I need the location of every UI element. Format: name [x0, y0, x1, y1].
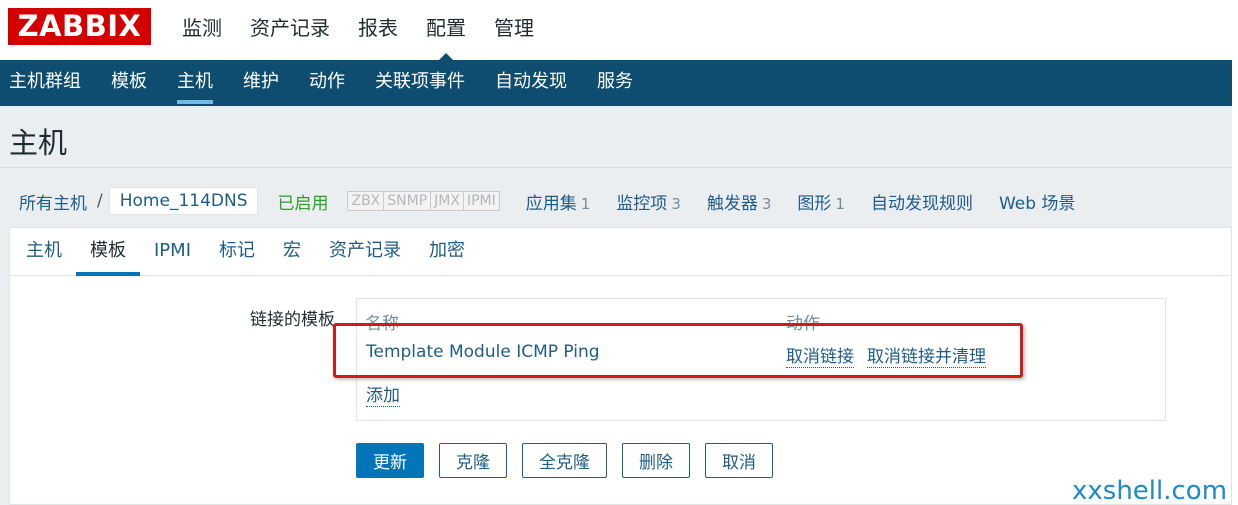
breadcrumb-all-hosts[interactable]: 所有主机 [19, 189, 87, 214]
tab-encryption[interactable]: 加密 [415, 228, 479, 275]
availability-ipmi: IPMI [463, 192, 499, 210]
link-triggers[interactable]: 触发器 3 [707, 189, 772, 214]
link-applications[interactable]: 应用集 1 [526, 189, 591, 214]
link-discovery-rules[interactable]: 自动发现规则 [871, 189, 973, 214]
link-label: 触发器 [706, 193, 758, 214]
zabbix-logo[interactable]: ZABBIX [8, 8, 151, 45]
add-template-link[interactable]: 添加 [366, 381, 400, 407]
full-clone-button[interactable]: 全克隆 [522, 443, 607, 478]
update-button[interactable]: 更新 [356, 443, 424, 478]
menu-reports[interactable]: 报表 [344, 0, 412, 60]
page-title: 主机 [9, 126, 68, 160]
tab-macros[interactable]: 宏 [269, 228, 315, 275]
breadcrumb-separator: / [97, 191, 103, 211]
link-label: Web 场景 [998, 193, 1076, 214]
form-buttons: 更新 克隆 全克隆 删除 取消 [356, 443, 788, 478]
host-navigation: 所有主机 / Home_114DNS 已启用 ZBX SNMP JMX IPMI… [19, 186, 1075, 216]
top-bar: ZABBIX 监测 资产记录 报表 配置 管理 [0, 0, 1232, 60]
link-graphs[interactable]: 图形 1 [797, 189, 845, 214]
link-label: 自动发现规则 [870, 193, 973, 214]
availability-zbx: ZBX [348, 192, 385, 210]
form-tabs: 主机 模板 IPMI 标记 宏 资产记录 加密 [10, 228, 1231, 276]
divider [0, 167, 1232, 168]
watermark: xxshell.com [1072, 476, 1228, 505]
menu-inventory[interactable]: 资产记录 [236, 0, 344, 60]
link-label: 应用集 [525, 193, 577, 214]
submenu-event-correlation[interactable]: 关联项事件 [360, 60, 480, 106]
link-count: 1 [835, 194, 845, 213]
main-menu: 监测 资产记录 报表 配置 管理 [168, 0, 548, 60]
highlight-annotation-box [333, 323, 1023, 378]
clone-button[interactable]: 克隆 [439, 443, 507, 478]
tab-tags[interactable]: 标记 [205, 228, 269, 275]
link-items[interactable]: 监控项 3 [616, 189, 681, 214]
tab-templates[interactable]: 模板 [76, 228, 140, 276]
link-label: 图形 [797, 193, 832, 214]
breadcrumb-host-name[interactable]: Home_114DNS [108, 187, 259, 215]
sub-menu: 主机群组 模板 主机 维护 动作 关联项事件 自动发现 服务 [0, 60, 1232, 106]
tab-host[interactable]: 主机 [10, 228, 76, 275]
submenu-hosts[interactable]: 主机 [162, 60, 228, 106]
availability-badges: ZBX SNMP JMX IPMI [347, 191, 500, 211]
menu-administration[interactable]: 管理 [480, 0, 548, 60]
submenu-actions[interactable]: 动作 [294, 60, 360, 106]
right-margin [1232, 0, 1238, 505]
tab-inventory[interactable]: 资产记录 [315, 228, 415, 275]
submenu-templates[interactable]: 模板 [96, 60, 162, 106]
tab-ipmi[interactable]: IPMI [140, 228, 205, 275]
status-enabled-link[interactable]: 已启用 [277, 189, 328, 214]
menu-configuration[interactable]: 配置 [412, 0, 480, 60]
link-count: 1 [580, 194, 591, 213]
submenu-host-groups[interactable]: 主机群组 [0, 60, 96, 106]
link-count: 3 [761, 194, 772, 213]
availability-snmp: SNMP [384, 192, 432, 210]
delete-button[interactable]: 删除 [622, 443, 690, 478]
menu-monitoring[interactable]: 监测 [168, 0, 236, 60]
linked-templates-label: 链接的模板 [250, 310, 335, 330]
submenu-discovery[interactable]: 自动发现 [480, 60, 582, 106]
submenu-services[interactable]: 服务 [582, 60, 648, 106]
cancel-button[interactable]: 取消 [705, 443, 773, 478]
availability-jmx: JMX [431, 192, 464, 210]
link-label: 监控项 [616, 193, 668, 214]
link-count: 3 [671, 194, 681, 213]
link-web-scenarios[interactable]: Web 场景 [999, 189, 1075, 214]
submenu-maintenance[interactable]: 维护 [228, 60, 294, 106]
